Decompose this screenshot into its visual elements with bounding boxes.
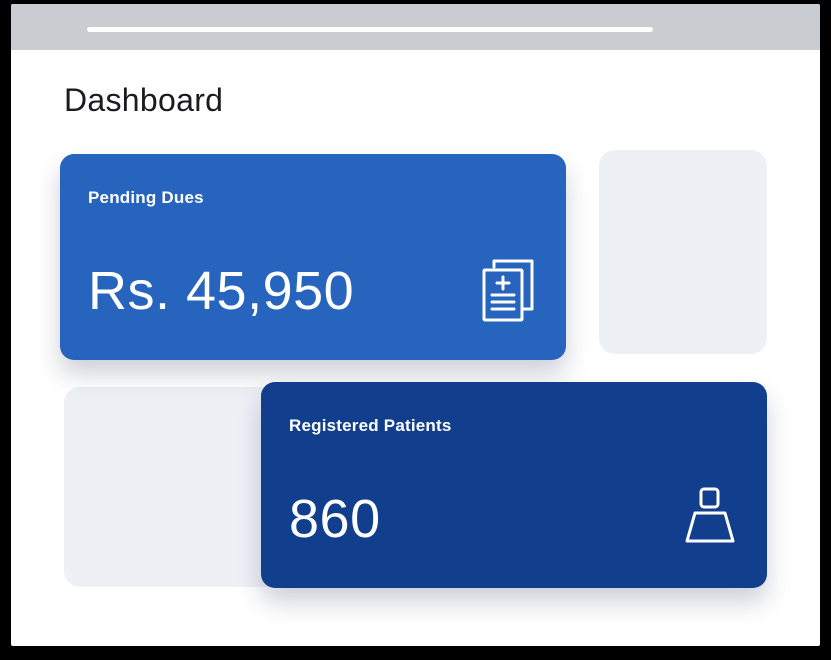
pending-dues-label: Pending Dues <box>88 188 204 207</box>
placeholder-card-bottom-left <box>64 387 294 587</box>
pending-dues-value: Rs. 45,950 <box>88 261 355 321</box>
placeholder-card-top-right <box>599 150 767 354</box>
browser-window: Dashboard Pending Dues Rs. 45,950 Regist… <box>11 4 820 646</box>
medical-document-icon <box>482 259 534 322</box>
address-bar[interactable] <box>87 27 653 32</box>
window-titlebar <box>11 4 820 50</box>
registered-patients-card[interactable]: Registered Patients 860 <box>261 382 767 588</box>
patient-icon <box>685 487 735 543</box>
registered-patients-label: Registered Patients <box>289 416 452 435</box>
pending-dues-card[interactable]: Pending Dues Rs. 45,950 <box>60 154 566 360</box>
page-title: Dashboard <box>64 82 224 118</box>
registered-patients-value: 860 <box>289 489 381 549</box>
